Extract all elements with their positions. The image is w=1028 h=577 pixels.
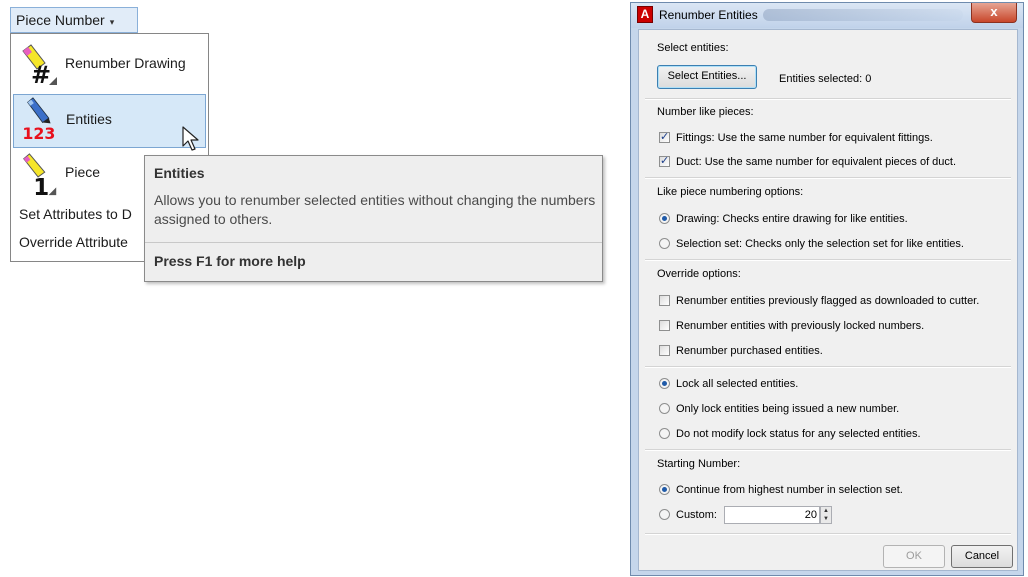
custom-number-spinner[interactable]: ▲ ▼ [820, 506, 832, 524]
menu-item-label: Piece [65, 164, 101, 180]
tooltip-divider [145, 242, 602, 243]
menu-item-label: Entities [66, 111, 112, 127]
menu-item-entities[interactable]: 123 Entities [13, 94, 206, 148]
app-logo-icon: A [637, 6, 653, 23]
do-not-modify-lock-radio[interactable]: Do not modify lock status for any select… [659, 428, 921, 440]
radio-label: Only lock entities being issued a new nu… [676, 403, 900, 415]
svg-text:#: # [31, 61, 51, 87]
piece-number-ribbon-button[interactable]: Piece Number ▾ [10, 7, 138, 33]
titlebar-glow [763, 9, 963, 21]
radio-label: Selection set: Checks only the selection… [676, 238, 964, 250]
section-divider [645, 449, 1011, 451]
radio-label: Drawing: Checks entire drawing for like … [676, 213, 908, 225]
number-like-pieces-label: Number like pieces: [657, 106, 754, 118]
renumber-piece-icon: 1 [23, 153, 57, 197]
renumber-purchased-checkbox[interactable]: Renumber purchased entities. [659, 345, 823, 357]
entities-selected-status: Entities selected: 0 [779, 73, 872, 85]
piece-number-label: Piece Number [16, 12, 105, 28]
select-entities-button[interactable]: Select Entities... [657, 65, 757, 89]
checkbox-label: Fittings: Use the same number for equiva… [676, 132, 933, 144]
menu-item-label: Set Attributes to D [19, 206, 132, 222]
starting-number-label: Starting Number: [657, 458, 741, 470]
mouse-pointer-icon [182, 126, 199, 151]
spin-up-icon[interactable]: ▲ [821, 507, 831, 515]
section-divider [645, 366, 1011, 368]
entities-icon-text: 123 [22, 124, 55, 141]
radio-label: Do not modify lock status for any select… [676, 428, 921, 440]
checkbox-label: Duct: Use the same number for equivalent… [676, 156, 957, 168]
section-divider [645, 177, 1011, 179]
override-options-label: Override options: [657, 268, 741, 280]
like-piece-options-label: Like piece numbering options: [657, 186, 804, 198]
renumber-entities-dialog: A Renumber Entities x Select entities: S… [630, 2, 1024, 576]
chevron-down-icon: ▾ [109, 17, 115, 27]
spin-down-icon[interactable]: ▼ [821, 515, 831, 523]
custom-number-input[interactable]: 20 [724, 506, 820, 524]
menu-item-renumber-drawing[interactable]: # Renumber Drawing [13, 41, 206, 87]
selection-set-radio[interactable]: Selection set: Checks only the selection… [659, 238, 964, 250]
renumber-downloaded-checkbox[interactable]: Renumber entities previously flagged as … [659, 295, 979, 307]
radio-label: Lock all selected entities. [676, 378, 799, 390]
drawing-radio[interactable]: Drawing: Checks entire drawing for like … [659, 213, 908, 225]
continue-highest-radio[interactable]: Continue from highest number in selectio… [659, 484, 903, 496]
checkbox-label: Renumber entities previously flagged as … [676, 295, 980, 307]
menu-item-label: Override Attribute [19, 234, 128, 250]
radio-unselected[interactable] [659, 428, 670, 439]
radio-unselected[interactable] [659, 238, 670, 249]
renumber-drawing-icon: # [22, 44, 57, 87]
checkbox-checked[interactable] [659, 154, 670, 167]
menu-item-label: Renumber Drawing [65, 55, 186, 71]
custom-radio[interactable]: Custom: [659, 509, 717, 521]
close-button[interactable]: x [971, 3, 1017, 23]
dialog-content: Select entities: Select Entities... Enti… [638, 29, 1018, 571]
radio-selected[interactable] [659, 484, 670, 495]
checkbox-unchecked[interactable] [659, 345, 670, 356]
radio-label: Custom: [676, 509, 717, 521]
checkbox-unchecked[interactable] [659, 320, 670, 331]
checkbox-unchecked[interactable] [659, 295, 670, 306]
checkbox-checked[interactable] [659, 130, 670, 143]
radio-selected[interactable] [659, 213, 670, 224]
fittings-checkbox[interactable]: Fittings: Use the same number for equiva… [659, 130, 933, 144]
checkbox-label: Renumber entities with previously locked… [676, 320, 925, 332]
tooltip-title: Entities [154, 165, 205, 181]
ok-button[interactable]: OK [883, 545, 945, 568]
duct-checkbox[interactable]: Duct: Use the same number for equivalent… [659, 154, 957, 168]
lock-all-radio[interactable]: Lock all selected entities. [659, 378, 798, 390]
piece-icon-text: 1 [33, 175, 49, 197]
entities-tooltip: Entities Allows you to renumber selected… [144, 155, 603, 282]
section-divider [645, 98, 1011, 100]
dialog-title: Renumber Entities [659, 8, 758, 22]
select-entities-section-label: Select entities: [657, 42, 729, 54]
radio-selected[interactable] [659, 378, 670, 389]
radio-unselected[interactable] [659, 509, 670, 520]
section-divider [645, 533, 1011, 535]
section-divider [645, 259, 1011, 261]
radio-label: Continue from highest number in selectio… [676, 484, 903, 496]
cancel-button[interactable]: Cancel [951, 545, 1013, 568]
dialog-titlebar[interactable]: A Renumber Entities x [631, 3, 1023, 28]
renumber-entities-icon: 123 [22, 97, 55, 141]
tooltip-help-hint: Press F1 for more help [154, 253, 306, 269]
radio-unselected[interactable] [659, 403, 670, 414]
tooltip-description: Allows you to renumber selected entities… [154, 192, 596, 227]
lock-new-number-radio[interactable]: Only lock entities being issued a new nu… [659, 403, 899, 415]
checkbox-label: Renumber purchased entities. [676, 345, 823, 357]
renumber-locked-checkbox[interactable]: Renumber entities with previously locked… [659, 320, 924, 332]
